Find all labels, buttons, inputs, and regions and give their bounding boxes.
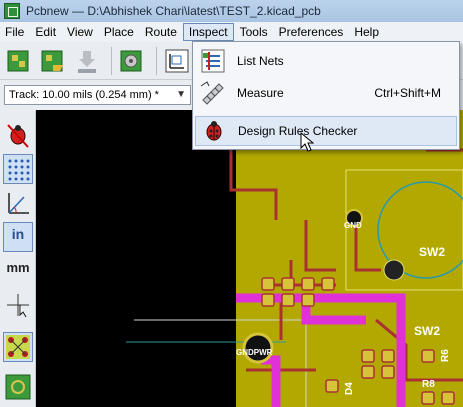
menu-bar: File Edit View Place Route Inspect Tools… (0, 22, 463, 42)
board-setup-icon (120, 50, 142, 71)
menu-item-design-rules-checker[interactable]: Design Rules Checker (195, 116, 457, 146)
units-inches-button[interactable]: in (3, 222, 33, 252)
grid-toggle-button[interactable] (3, 154, 33, 184)
left-toolbar: in mm (0, 110, 36, 407)
ladybug-no-icon (7, 124, 29, 148)
menu-tools[interactable]: Tools (235, 24, 273, 40)
units-mm-button[interactable]: mm (3, 256, 33, 286)
module-ratsnest-icon (5, 374, 31, 400)
menu-route[interactable]: Route (140, 24, 182, 40)
new-board-button[interactable] (4, 46, 34, 76)
page-settings-button[interactable] (162, 46, 192, 76)
menu-item-measure[interactable]: Measure Ctrl+Shift+M (195, 78, 457, 108)
cursor-shape-button[interactable] (3, 290, 33, 320)
track-width-value: Track: 10.00 mils (0.254 mm) * (9, 89, 159, 101)
units-mm-label: mm (6, 260, 30, 275)
toolbar-separator (111, 46, 112, 75)
list-nets-icon (199, 48, 227, 74)
track-width-select[interactable]: Track: 10.00 mils (0.254 mm) * ▼ (4, 85, 191, 105)
label-r8: R8 (422, 379, 435, 390)
ratsnest-button[interactable] (3, 332, 33, 362)
sw2-pad (383, 259, 405, 281)
ratsnest-icon (6, 335, 30, 359)
list-nets-label: List Nets (237, 54, 284, 68)
label-sw2-bottom: SW2 (414, 324, 440, 338)
units-inches-label: in (11, 226, 25, 242)
open-board-icon (41, 50, 63, 71)
pcbnew-app-icon (4, 3, 20, 19)
mouse-pointer-icon (300, 132, 314, 152)
label-r6: R6 (440, 349, 451, 362)
board-setup-button[interactable] (117, 46, 147, 76)
open-board-button[interactable] (38, 46, 68, 76)
measure-calipers-icon (199, 80, 227, 106)
menu-view[interactable]: View (62, 24, 98, 40)
new-board-icon (7, 50, 29, 71)
drc-ladybug-icon (200, 118, 228, 144)
module-ratsnest-button[interactable] (3, 372, 33, 402)
save-arrow-icon (78, 50, 96, 73)
pcb-canvas[interactable]: SW2 SW2 GND GNDPWR R6 R8 D4 (36, 110, 463, 407)
window-title: Pcbnew — D:\Abhishek Chari\latest\TEST_2… (26, 4, 321, 18)
measure-label: Measure (237, 86, 284, 100)
label-gnd: GND (344, 221, 362, 230)
menu-item-list-nets[interactable]: List Nets (195, 46, 457, 76)
toolbar-separator (156, 46, 157, 75)
pcb-layout-drawing: SW2 SW2 GND GNDPWR R6 R8 D4 (126, 110, 463, 407)
menu-edit[interactable]: Edit (30, 24, 61, 40)
measure-shortcut: Ctrl+Shift+M (374, 86, 441, 100)
save-button[interactable] (72, 46, 102, 76)
menu-help[interactable]: Help (349, 24, 384, 40)
menu-place[interactable]: Place (99, 24, 139, 40)
grid-dots-icon (8, 159, 30, 181)
crosshair-cursor-icon (7, 294, 29, 318)
polar-coords-button[interactable] (3, 188, 33, 218)
polar-coordinates-icon (8, 193, 29, 214)
label-gndpwr: GNDPWR (236, 348, 273, 357)
design-rules-checker-label: Design Rules Checker (238, 124, 358, 138)
pcbnew-window: Pcbnew — D:\Abhishek Chari\latest\TEST_2… (0, 0, 463, 407)
inspect-menu-dropdown: List Nets Measure Ctrl+Shift+M Design Ru… (192, 41, 460, 150)
page-settings-icon (165, 49, 189, 72)
label-d4: D4 (344, 382, 355, 395)
chevron-down-icon: ▼ (176, 89, 186, 100)
title-bar[interactable]: Pcbnew — D:\Abhishek Chari\latest\TEST_2… (0, 0, 463, 22)
menu-file[interactable]: File (0, 24, 29, 40)
label-sw2-top: SW2 (419, 245, 445, 259)
menu-preferences[interactable]: Preferences (274, 24, 349, 40)
drc-marker-button[interactable] (3, 120, 33, 150)
menu-inspect[interactable]: Inspect (182, 23, 234, 41)
